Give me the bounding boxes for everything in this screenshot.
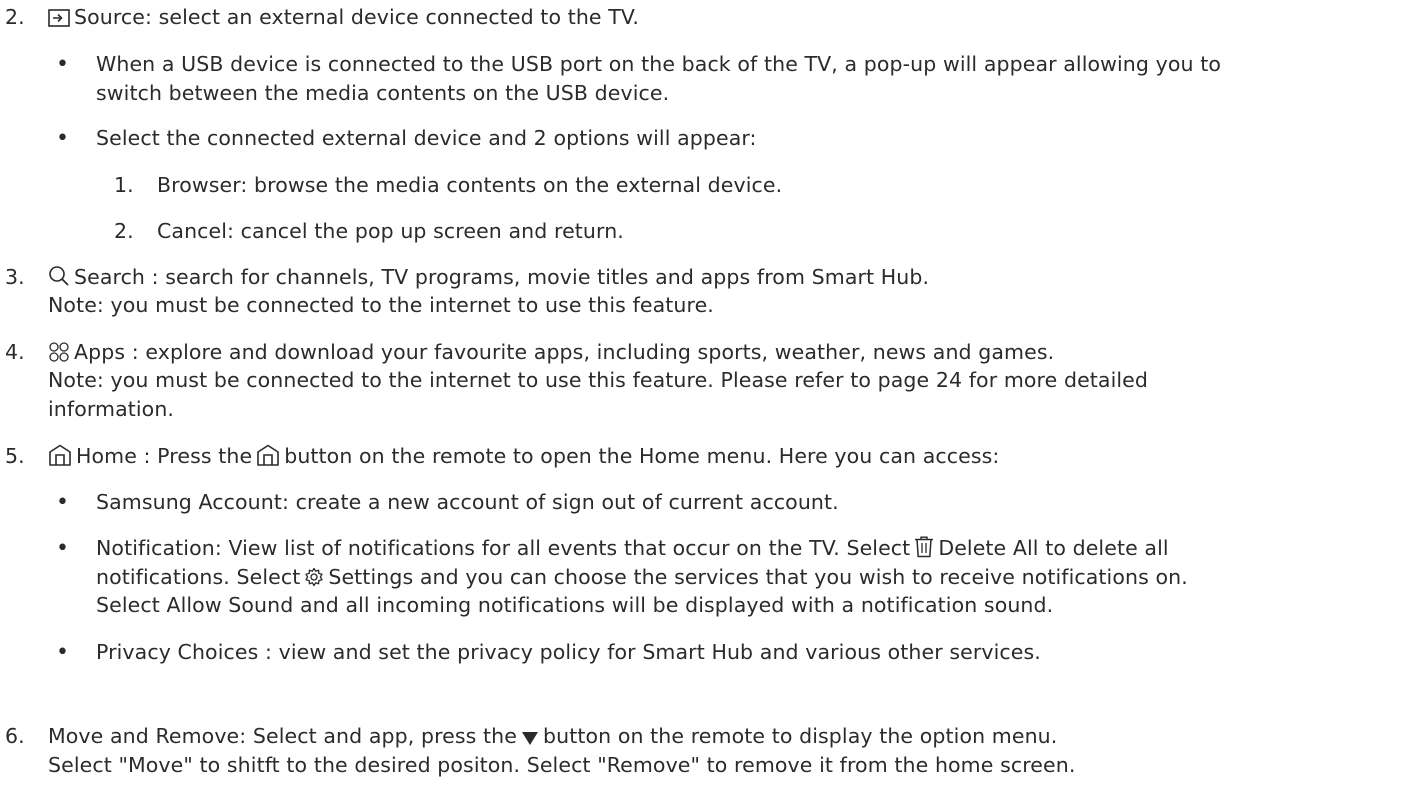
item-6-line-1-b: button on the remote to display the opti… (542, 724, 1058, 748)
item-3-number: 3. (5, 265, 25, 289)
bullet-dot: • (56, 126, 70, 151)
source-input-icon (48, 9, 70, 27)
trash-icon (914, 536, 934, 565)
item-5-bullet-2-line-2-b: Settings and you can choose the services… (328, 565, 1188, 589)
item-2-bullet-1-line-2: switch between the media contents on the… (96, 81, 670, 105)
item-4-line-3: information. (48, 397, 175, 421)
bullet-dot: • (56, 640, 70, 665)
down-triangle-icon (521, 726, 539, 753)
item-5-bullet-2-line-1-a: Notification: View list of notifications… (96, 536, 911, 560)
item-2-sub-1-number: 1. (114, 173, 134, 197)
item-5-line-1-a: Home : Press the (76, 444, 253, 468)
item-5-bullet-2-line-1-b: Delete All to delete all (938, 536, 1169, 560)
item-4-line-2: Note: you must be connected to the inter… (48, 368, 1149, 392)
bullet-dot: • (56, 490, 70, 515)
item-5-bullet-2-line-2-a: notifications. Select (96, 565, 301, 589)
item-2-sub-2: Cancel: cancel the pop up screen and ret… (157, 219, 624, 243)
item-6-number: 6. (5, 724, 25, 748)
item-6-line-1-a: Move and Remove: Select and app, press t… (48, 724, 517, 748)
item-5-bullet-3: Privacy Choices : view and set the priva… (96, 640, 1041, 664)
item-2-sub-2-number: 2. (114, 219, 134, 243)
item-4-number: 4. (5, 340, 25, 364)
item-2-number: 2. (5, 5, 25, 29)
item-2-sub-1: Browser: browse the media contents on th… (157, 173, 783, 197)
item-3-line-1: Search : search for channels, TV program… (74, 265, 930, 289)
item-5-bullet-2-line-2: notifications. Select Settings and you c… (96, 564, 1188, 594)
item-5-home: Home : Press the button on the remote to… (48, 443, 999, 473)
apps-grid-icon (48, 342, 70, 362)
item-3-search: Search : search for channels, TV program… (48, 264, 929, 291)
search-icon (48, 265, 70, 287)
item-4-apps: Apps : explore and download your favouri… (48, 339, 1054, 366)
item-6-line-2: Select "Move" to shitft to the desired p… (48, 753, 1076, 777)
item-3-line-2: Note: you must be connected to the inter… (48, 293, 714, 317)
item-2-bullet-2: Select the connected external device and… (96, 126, 757, 150)
item-2-bullet-1-line-1: When a USB device is connected to the US… (96, 52, 1221, 76)
item-2-source: Source: select an external device connec… (48, 4, 639, 31)
home-icon (256, 444, 280, 473)
item-5-bullet-1: Samsung Account: create a new account of… (96, 490, 839, 514)
item-5-bullet-2-line-1: Notification: View list of notifications… (96, 535, 1169, 565)
item-6-line-1: Move and Remove: Select and app, press t… (48, 723, 1057, 753)
home-icon (48, 444, 72, 466)
item-5-line-1-b: button on the remote to open the Home me… (284, 444, 1000, 468)
item-2-label: Source: select an external device connec… (74, 5, 639, 29)
bullet-dot: • (56, 52, 70, 77)
gear-icon (304, 567, 324, 594)
item-5-bullet-2-line-3: Select Allow Sound and all incoming noti… (96, 593, 1054, 617)
bullet-dot: • (56, 536, 70, 561)
item-4-line-1: Apps : explore and download your favouri… (74, 340, 1055, 364)
item-5-number: 5. (5, 444, 25, 468)
